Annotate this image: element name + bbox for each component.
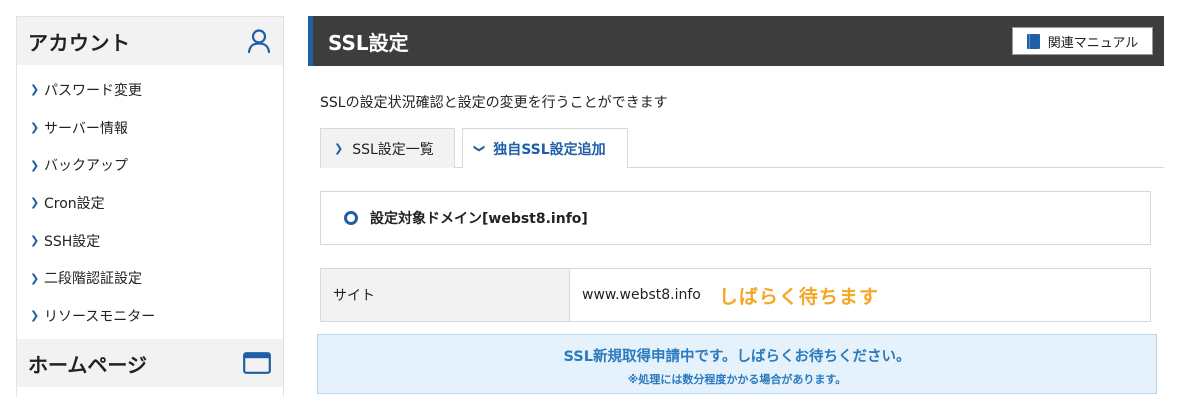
site-value-cell: www.webst8.info しばらく待ちます	[570, 269, 879, 321]
sidebar-section-title: ホームページ	[28, 352, 147, 377]
sidebar-section-account: アカウント	[17, 17, 283, 65]
sidebar-item-password[interactable]: ❯ パスワード変更	[17, 71, 283, 109]
sidebar-section-homepage: ホームページ	[17, 339, 283, 387]
related-manual-label: 関連マニュアル	[1047, 35, 1139, 51]
sidebar-item-backup[interactable]: ❯ バックアップ	[17, 146, 283, 184]
site-row: サイト www.webst8.info しばらく待ちます	[320, 268, 1151, 322]
tab-add-ssl[interactable]: ❯ 独自SSL設定追加	[462, 128, 628, 169]
status-notice: SSL新規取得申請中です。しばらくお待ちください。 ※処理には数分程度かかる場合…	[317, 334, 1157, 394]
sidebar-item-ssh[interactable]: ❯ SSH設定	[17, 222, 283, 260]
tab-bar: ❯ SSL設定一覧 ❯ 独自SSL設定追加	[320, 128, 1164, 169]
chevron-right-icon: ❯	[30, 309, 40, 323]
related-manual-button[interactable]: 関連マニュアル	[1012, 27, 1153, 55]
sidebar-item-server-info[interactable]: ❯ サーバー情報	[17, 109, 283, 147]
chevron-down-icon: ❯	[473, 143, 487, 154]
chevron-right-icon: ❯	[334, 142, 344, 155]
sidebar-item-label: Cron設定	[44, 195, 105, 212]
notice-message: SSL新規取得申請中です。しばらくお待ちください。	[563, 349, 911, 365]
sidebar-item-label: パスワード変更	[44, 82, 142, 99]
sidebar-item-label: サーバー情報	[44, 120, 128, 137]
chevron-right-icon: ❯	[30, 83, 40, 97]
user-icon	[247, 28, 271, 54]
browser-window-icon	[243, 352, 271, 374]
chevron-right-icon: ❯	[30, 234, 40, 248]
sidebar-menu: ❯ パスワード変更 ❯ サーバー情報 ❯ バックアップ ❯ Cron設定 ❯ SSH設定 …	[17, 65, 283, 335]
sidebar-item-resource-monitor[interactable]: ❯ リソースモニター	[17, 297, 283, 335]
chevron-right-icon: ❯	[30, 196, 40, 210]
chevron-right-icon: ❯	[30, 158, 40, 172]
radio-selected-icon	[344, 211, 358, 225]
page-title: SSL設定	[328, 30, 409, 55]
tab-label: 独自SSL設定追加	[493, 141, 606, 158]
chevron-right-icon: ❯	[30, 121, 40, 135]
page-header: SSL設定 関連マニュアル	[308, 16, 1164, 66]
site-label: サイト	[321, 269, 570, 321]
sidebar-item-cron[interactable]: ❯ Cron設定	[17, 184, 283, 222]
site-value: www.webst8.info	[582, 287, 701, 303]
tab-ssl-list[interactable]: ❯ SSL設定一覧	[320, 128, 455, 168]
book-icon	[1026, 33, 1040, 49]
sidebar-item-label: リソースモニター	[44, 308, 156, 325]
sidebar: アカウント ❯ パスワード変更 ❯ サーバー情報 ❯ バックアップ ❯ Cron設定 ❯…	[16, 16, 284, 397]
sidebar-item-label: 二段階認証設定	[44, 271, 142, 288]
page-description: SSLの設定状況確認と設定の変更を行うことができます	[320, 95, 668, 111]
sidebar-section-title: アカウント	[28, 30, 131, 55]
sidebar-item-two-factor[interactable]: ❯ 二段階認証設定	[17, 259, 283, 297]
target-domain-box: 設定対象ドメイン[webst8.info]	[320, 191, 1151, 245]
main-content: SSL設定 関連マニュアル SSLの設定状況確認と設定の変更を行うことができます…	[308, 16, 1164, 394]
tab-label: SSL設定一覧	[352, 141, 434, 158]
notice-sub-message: ※処理には数分程度かかる場合があります。	[627, 373, 847, 386]
sidebar-item-label: SSH設定	[44, 233, 101, 250]
sidebar-item-label: バックアップ	[44, 158, 128, 175]
chevron-right-icon: ❯	[30, 271, 40, 285]
target-domain-label: 設定対象ドメイン[webst8.info]	[370, 211, 588, 227]
waiting-annotation: しばらく待ちます	[718, 285, 879, 308]
